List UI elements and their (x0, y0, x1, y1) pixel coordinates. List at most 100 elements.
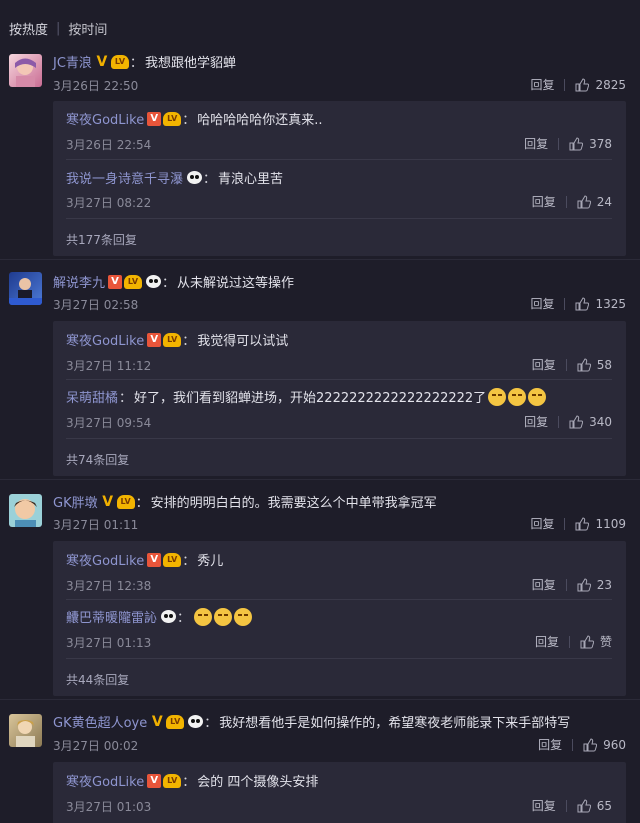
username[interactable]: 寒夜GodLike (66, 771, 144, 790)
reply-text: 青浪心里苦 (218, 172, 284, 187)
comment-text: 我好想看他手是如何操作的，希望寒夜老师能录下来手部特写 (219, 716, 571, 731)
reply-button[interactable]: 回复 (538, 736, 562, 753)
username[interactable]: GK黄色超人oye (53, 712, 147, 731)
comment-actions: 回复 960 (538, 736, 626, 753)
comment-header: JC青浪 V LV ： 我想跟他学貂蝉 (53, 52, 236, 71)
level-badge-icon: LV (166, 714, 185, 729)
verified-v-icon: V (102, 493, 114, 510)
username[interactable]: 齉巴蒂暖隴雷訫 (66, 607, 157, 626)
thumb-up-icon[interactable] (569, 136, 584, 151)
thumb-up-icon[interactable] (577, 357, 591, 372)
reply-time: 3月27日 12:38 (66, 579, 152, 593)
panda-emoji-icon (188, 715, 204, 728)
like-count: 赞 (599, 635, 612, 649)
reply-item: 寒夜GodLike V LV ： 哈哈哈哈哈你还真来.. 3月26日 22:54… (66, 109, 612, 159)
thumb-up-icon[interactable] (569, 414, 584, 429)
avatar[interactable] (9, 54, 42, 87)
username[interactable]: 呆萌甜橘 (66, 387, 118, 406)
more-replies-link[interactable]: 共74条回复 (66, 451, 129, 468)
reply-text: 哈哈哈哈哈你还真来.. (197, 113, 323, 128)
like-count: 65 (596, 798, 612, 813)
more-replies-link[interactable]: 共44条回复 (66, 671, 129, 688)
comment-time: 3月27日 00:02 (53, 739, 139, 753)
username[interactable]: GK胖墩 (53, 492, 98, 511)
username[interactable]: 寒夜GodLike (66, 109, 144, 128)
username[interactable]: 寒夜GodLike (66, 550, 144, 569)
avatar[interactable] (9, 494, 42, 527)
reply-button[interactable]: 回复 (532, 193, 556, 210)
avatar[interactable] (9, 272, 42, 305)
like-count: 1325 (595, 296, 626, 311)
comment-time: 3月26日 22:50 (53, 79, 139, 93)
thumb-up-icon[interactable] (575, 296, 590, 311)
reply-time: 3月27日 11:12 (66, 359, 152, 373)
reply-button[interactable]: 回复 (535, 633, 559, 650)
comment-text: 我想跟他学貂蝉 (144, 56, 236, 71)
reply-item: 齉巴蒂暖隴雷訫 ： 3月27日 01:13 回复 赞 (66, 607, 612, 657)
reply-box: 寒夜GodLike V LV ： 我觉得可以试试 3月27日 11:12 回复 … (53, 321, 626, 476)
comment-header: GK胖墩 V LV ： 安排的明明白白的。我需要这么个中单带我拿冠军 (53, 492, 437, 511)
sort-bar: 按热度 | 按时间 (0, 0, 640, 38)
reply-text: 会的 四个摄像头安排 (197, 775, 319, 790)
reply-button[interactable]: 回复 (532, 576, 556, 593)
sort-separator: | (56, 21, 61, 36)
cat-emoji-icon (488, 387, 507, 406)
thumb-up-icon[interactable] (575, 516, 590, 531)
like-count: 2825 (595, 77, 626, 92)
like-count: 1109 (595, 516, 626, 531)
verified-v-icon: V (147, 552, 162, 567)
sort-by-time[interactable]: 按时间 (68, 19, 107, 38)
comment-header: GK黄色超人oye V LV ： 我好想看他手是如何操作的，希望寒夜老师能录下来… (53, 712, 571, 731)
reply-box: 寒夜GodLike V LV ： 秀儿 3月27日 12:38 回复 23 齉巴… (53, 541, 626, 696)
cat-emoji-icon (528, 387, 547, 406)
reply-time: 3月27日 01:03 (66, 800, 152, 814)
comment-actions: 回复 2825 (530, 76, 626, 93)
like-count: 378 (589, 136, 612, 151)
cat-emoji-icon (214, 607, 233, 626)
reply-item: 寒夜GodLike V LV ： 会的 四个摄像头安排 3月27日 01:03 … (66, 771, 612, 821)
thumb-up-icon[interactable] (577, 194, 591, 209)
verified-v-icon: V (108, 274, 123, 289)
thumb-up-icon[interactable] (577, 798, 591, 813)
thumb-up-icon[interactable] (575, 77, 590, 92)
username[interactable]: 寒夜GodLike (66, 330, 144, 349)
level-badge-icon: LV (110, 54, 129, 69)
username[interactable]: 解说李九 (53, 272, 105, 291)
sort-by-hot[interactable]: 按热度 (9, 19, 48, 38)
reply-button[interactable]: 回复 (530, 76, 554, 93)
more-replies-link[interactable]: 共177条回复 (66, 231, 137, 248)
thumb-up-icon[interactable] (583, 737, 598, 752)
verified-v-icon: V (151, 713, 163, 730)
level-badge-icon: LV (163, 773, 182, 788)
avatar[interactable] (9, 714, 42, 747)
reply-button[interactable]: 回复 (532, 797, 556, 814)
reply-time: 3月27日 01:13 (66, 636, 152, 650)
like-count: 24 (596, 194, 612, 209)
reply-text: 好了，我们看到貂蝉进场，开始2222222222222222222了 (134, 391, 487, 406)
level-badge-icon: LV (163, 332, 182, 347)
like-count: 23 (596, 577, 612, 592)
thumb-up-icon[interactable] (580, 634, 594, 649)
reply-button[interactable]: 回复 (524, 135, 548, 152)
username[interactable]: 我说一身诗意千寻瀑 (66, 168, 183, 187)
comment-time: 3月27日 01:11 (53, 518, 139, 532)
reply-time: 3月27日 09:54 (66, 416, 152, 430)
cat-emoji-icon (234, 607, 253, 626)
panda-emoji-icon (146, 275, 162, 288)
reply-box: 寒夜GodLike V LV ： 哈哈哈哈哈你还真来.. 3月26日 22:54… (53, 101, 626, 256)
verified-v-icon: V (147, 773, 162, 788)
reply-box: 寒夜GodLike V LV ： 会的 四个摄像头安排 3月27日 01:03 … (53, 762, 626, 823)
username[interactable]: JC青浪 (53, 52, 92, 71)
reply-button[interactable]: 回复 (532, 356, 556, 373)
verified-v-icon: V (147, 332, 162, 347)
level-badge-icon: LV (163, 552, 182, 567)
like-count: 960 (603, 737, 626, 752)
comment-actions: 回复 1325 (530, 295, 626, 312)
verified-v-icon: V (147, 111, 162, 126)
thumb-up-icon[interactable] (577, 577, 591, 592)
reply-text: 秀儿 (197, 554, 224, 569)
reply-button[interactable]: 回复 (530, 295, 554, 312)
panda-emoji-icon (187, 171, 203, 184)
reply-button[interactable]: 回复 (524, 413, 548, 430)
reply-button[interactable]: 回复 (530, 515, 554, 532)
